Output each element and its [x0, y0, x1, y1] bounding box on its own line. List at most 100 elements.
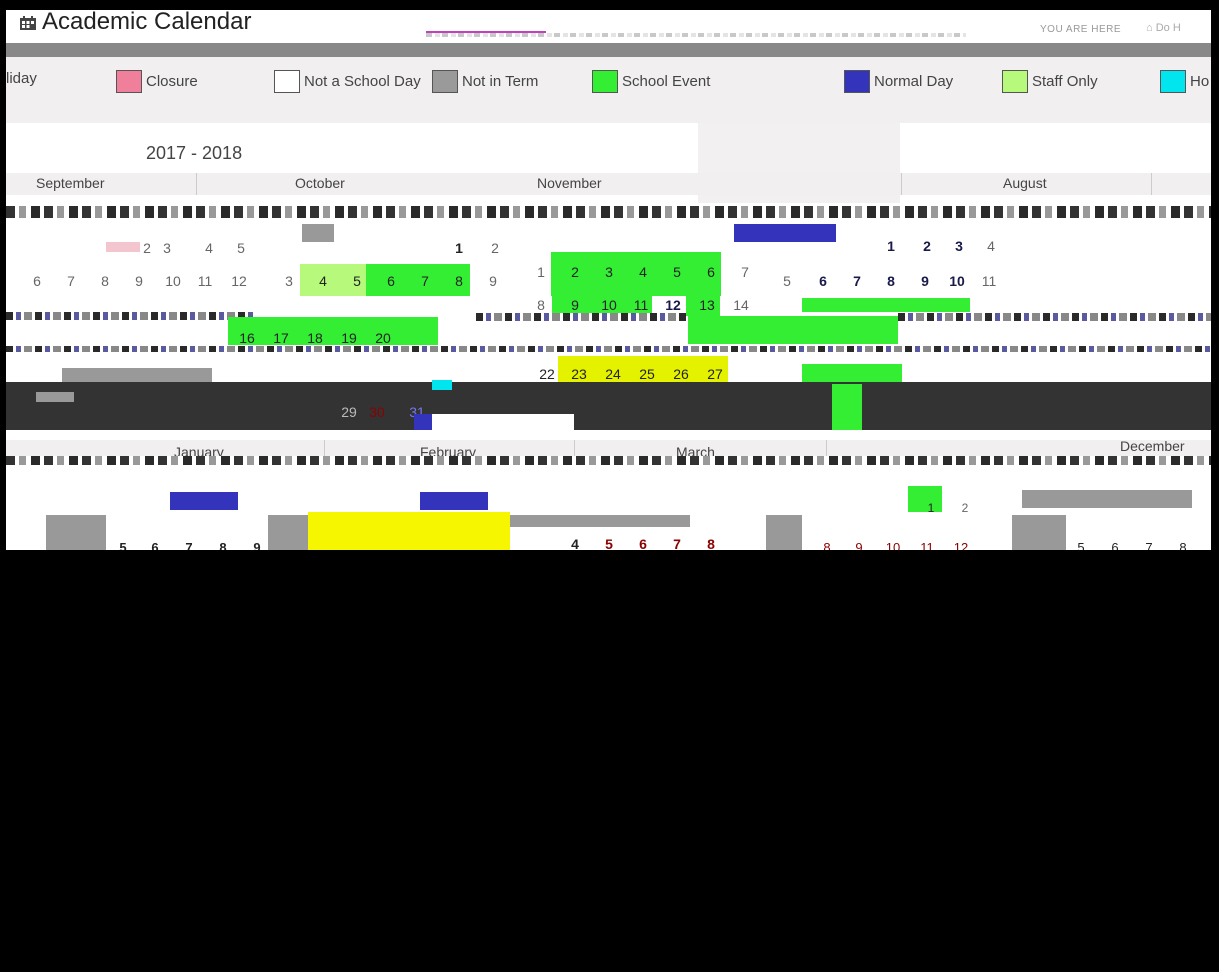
- day-cell[interactable]: 6: [700, 264, 722, 280]
- day-cell[interactable]: 13: [696, 297, 718, 313]
- day-cell[interactable]: 4: [564, 536, 586, 550]
- day-cell[interactable]: 8: [816, 540, 838, 550]
- day-cell[interactable]: 2: [954, 501, 976, 515]
- header-breadcrumb-strip: [426, 33, 966, 37]
- day-cell[interactable]: 8: [700, 536, 722, 550]
- legend-swatch: [274, 70, 300, 93]
- day-cell[interactable]: 9: [482, 273, 504, 289]
- day-cell[interactable]: 4: [980, 238, 1002, 254]
- day-cell[interactable]: 20: [372, 330, 394, 346]
- not-in-term-cell: [62, 368, 212, 382]
- day-cell[interactable]: 8: [94, 273, 116, 289]
- day-cell[interactable]: 26: [670, 366, 692, 382]
- day-cell[interactable]: 3: [948, 238, 970, 254]
- calendar-dark-band: [6, 382, 1211, 430]
- day-cell[interactable]: 3: [598, 264, 620, 280]
- day-cell[interactable]: 1: [448, 240, 470, 256]
- day-cell[interactable]: 29: [338, 404, 360, 420]
- day-cell[interactable]: 8: [530, 297, 552, 313]
- day-cell[interactable]: 5: [346, 273, 368, 289]
- school-event-cell: [688, 316, 898, 344]
- legend-label: Ho: [1190, 73, 1210, 90]
- day-cell[interactable]: 9: [128, 273, 150, 289]
- day-cell[interactable]: 8: [212, 540, 234, 550]
- day-cell[interactable]: 5: [112, 540, 134, 550]
- not-in-term-cell: [1022, 490, 1192, 508]
- day-cell[interactable]: 25: [636, 366, 658, 382]
- day-cell[interactable]: 7: [414, 273, 436, 289]
- legend-school-event: School Event: [592, 70, 710, 93]
- day-cell[interactable]: 7: [1138, 540, 1160, 550]
- day-cell[interactable]: 1: [920, 501, 942, 515]
- day-cell[interactable]: 8: [448, 273, 470, 289]
- day-cell[interactable]: 17: [270, 330, 292, 346]
- day-cell[interactable]: 3: [278, 273, 300, 289]
- screenshot-page: Academic Calendar YOU ARE HERE ⌂ Do H li…: [0, 0, 1219, 972]
- day-cell[interactable]: 18: [304, 330, 326, 346]
- month-november: November: [537, 175, 602, 191]
- calendar-band: [6, 346, 1211, 352]
- day-cell[interactable]: 9: [564, 297, 586, 313]
- day-cell[interactable]: 2: [136, 240, 158, 256]
- day-cell[interactable]: 11: [194, 273, 216, 289]
- day-cell[interactable]: 4: [198, 240, 220, 256]
- day-cell[interactable]: 11: [630, 297, 652, 313]
- academic-year-label: 2017 - 2018: [146, 143, 243, 163]
- day-cell[interactable]: 8: [1172, 540, 1194, 550]
- day-cell[interactable]: 24: [602, 366, 624, 382]
- day-cell[interactable]: 10: [598, 297, 620, 313]
- day-cell[interactable]: 7: [846, 273, 868, 289]
- day-cell[interactable]: 9: [848, 540, 870, 550]
- day-cell[interactable]: 12: [950, 540, 972, 550]
- day-cell[interactable]: 30: [366, 404, 388, 420]
- day-cell[interactable]: 12: [228, 273, 250, 289]
- day-cell[interactable]: 5: [230, 240, 252, 256]
- day-cell[interactable]: 9: [914, 273, 936, 289]
- day-cell[interactable]: 7: [666, 536, 688, 550]
- day-cell[interactable]: 6: [380, 273, 402, 289]
- day-cell[interactable]: 7: [178, 540, 200, 550]
- day-cell[interactable]: 5: [666, 264, 688, 280]
- day-cell[interactable]: 27: [704, 366, 726, 382]
- day-cell[interactable]: 10: [946, 273, 968, 289]
- legend-swatch: [592, 70, 618, 93]
- day-cell[interactable]: 2: [916, 238, 938, 254]
- day-cell[interactable]: 23: [568, 366, 590, 382]
- not-in-term-cell: [268, 515, 308, 550]
- day-cell[interactable]: 14: [730, 297, 752, 313]
- day-cell[interactable]: 2: [484, 240, 506, 256]
- calendar-band: [898, 313, 1211, 321]
- breadcrumb-home-link[interactable]: ⌂ Do H: [1146, 22, 1181, 34]
- day-cell[interactable]: 5: [598, 536, 620, 550]
- day-cell[interactable]: 4: [312, 273, 334, 289]
- day-cell[interactable]: 12: [662, 297, 684, 313]
- day-cell[interactable]: 22: [536, 366, 558, 382]
- day-cell[interactable]: 7: [734, 264, 756, 280]
- day-cell[interactable]: 7: [60, 273, 82, 289]
- day-cell[interactable]: 6: [632, 536, 654, 550]
- day-cell[interactable]: 10: [882, 540, 904, 550]
- day-cell[interactable]: 6: [26, 273, 48, 289]
- day-cell[interactable]: 5: [776, 273, 798, 289]
- day-cell[interactable]: 11: [978, 273, 1000, 289]
- legend-label: Closure: [146, 73, 198, 90]
- day-cell[interactable]: 6: [1104, 540, 1126, 550]
- normal-day-cell: [734, 224, 836, 242]
- day-cell[interactable]: 1: [530, 264, 552, 280]
- day-cell[interactable]: 10: [162, 273, 184, 289]
- day-cell[interactable]: 9: [246, 540, 268, 550]
- day-cell[interactable]: 1: [880, 238, 902, 254]
- day-cell[interactable]: 16: [236, 330, 258, 346]
- day-cell[interactable]: 6: [812, 273, 834, 289]
- day-cell[interactable]: 19: [338, 330, 360, 346]
- month-october: October: [295, 175, 345, 191]
- day-cell[interactable]: 6: [144, 540, 166, 550]
- day-cell[interactable]: 4: [632, 264, 654, 280]
- day-cell[interactable]: 5: [1070, 540, 1092, 550]
- day-cell[interactable]: 2: [564, 264, 586, 280]
- day-cell[interactable]: 8: [880, 273, 902, 289]
- not-in-term-cell: [766, 515, 802, 550]
- day-cell[interactable]: 3: [156, 240, 178, 256]
- day-cell[interactable]: 11: [916, 540, 938, 550]
- school-event-cell: [802, 364, 902, 384]
